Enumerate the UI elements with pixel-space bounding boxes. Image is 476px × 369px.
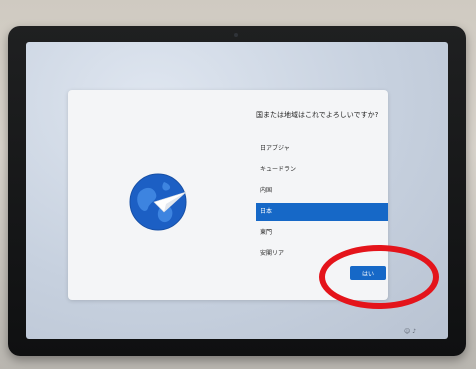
accessibility-icon[interactable]: ☺	[404, 328, 410, 335]
volume-icon[interactable]: ♪	[412, 328, 416, 335]
region-item[interactable]: 内国	[256, 182, 388, 200]
red-annotation-circle	[319, 245, 439, 309]
region-item[interactable]: 東門	[256, 224, 388, 242]
accessibility-icons: ☺ ♪	[404, 328, 416, 335]
region-item[interactable]: キュードラン	[256, 161, 388, 179]
region-item-selected[interactable]: 日本	[256, 203, 388, 221]
globe-icon	[129, 173, 187, 231]
camera-icon	[234, 33, 238, 37]
page-title: 国または地域はこれでよろしいですか?	[256, 111, 379, 119]
region-item[interactable]: 日アブジャ	[256, 140, 388, 158]
